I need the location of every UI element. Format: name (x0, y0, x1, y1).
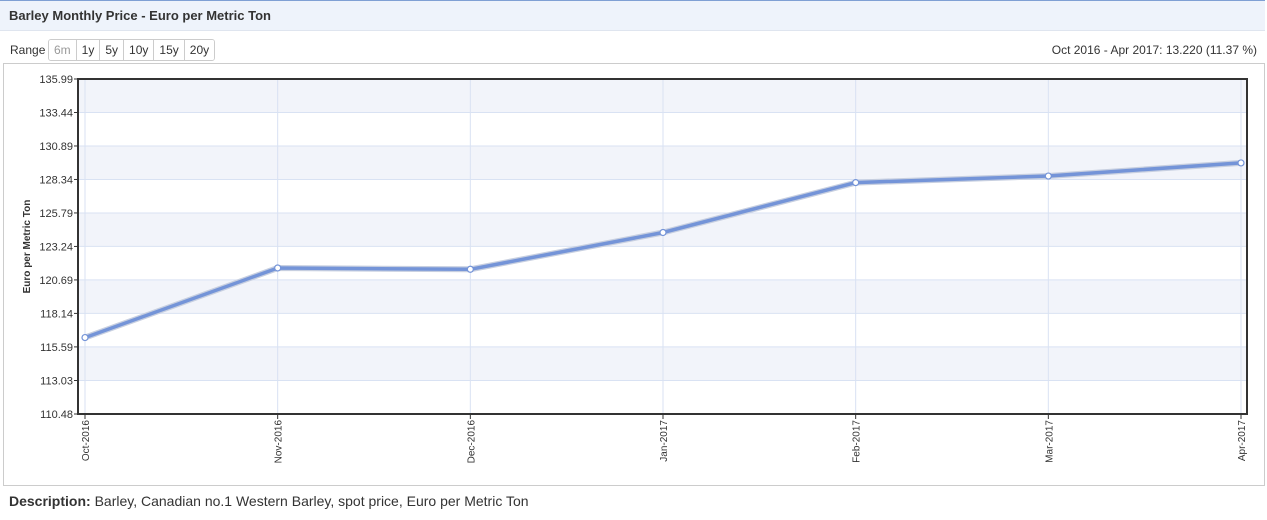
y-tick-label: 135.99 (39, 74, 73, 86)
x-tick-label: Dec-2016 (466, 420, 477, 464)
y-tick-label: 113.03 (40, 376, 73, 388)
price-line-chart: 110.48 113.03 115.59 118.14 120.69 123.24 125.… (22, 74, 1248, 463)
y-tick-label: 115.59 (40, 342, 73, 354)
y-tick-label: 120.69 (39, 275, 73, 287)
data-point[interactable] (852, 179, 860, 187)
x-tick-label: Apr-2017 (1237, 420, 1248, 462)
y-tick-label: 128.34 (39, 174, 73, 186)
data-point[interactable] (1237, 159, 1245, 167)
x-tick-label: Nov-2016 (274, 420, 285, 464)
y-tick-label: 110.48 (40, 409, 73, 421)
description-text: Barley, Canadian no.1 Western Barley, sp… (90, 493, 529, 509)
data-point[interactable] (659, 228, 667, 237)
y-tick-label: 130.89 (39, 141, 73, 153)
x-tick-label: Oct-2016 (81, 420, 92, 462)
x-tick-label: Mar-2017 (1044, 420, 1055, 463)
y-tick-label: 133.44 (39, 107, 73, 119)
description: Description: Barley, Canadian no.1 Weste… (9, 493, 529, 509)
data-point[interactable] (274, 264, 282, 272)
description-label: Description: (9, 493, 91, 509)
data-point[interactable] (1044, 172, 1052, 180)
x-axis-ticks: Oct-2016 Nov-2016 Dec-2016 Jan-2017 Feb-2017… (81, 414, 1248, 463)
x-tick-label: Jan-2017 (659, 420, 670, 462)
data-point[interactable] (81, 333, 89, 342)
y-tick-label: 125.79 (39, 208, 73, 220)
data-point[interactable] (466, 265, 474, 273)
x-tick-label: Feb-2017 (852, 420, 863, 463)
y-axis-label: Euro per Metric Ton (22, 200, 33, 294)
y-axis-ticks: 110.48 113.03 115.59 118.14 120.69 123.24 125.… (39, 74, 78, 421)
y-tick-label: 118.14 (40, 308, 73, 320)
y-tick-label: 123.24 (39, 241, 73, 253)
